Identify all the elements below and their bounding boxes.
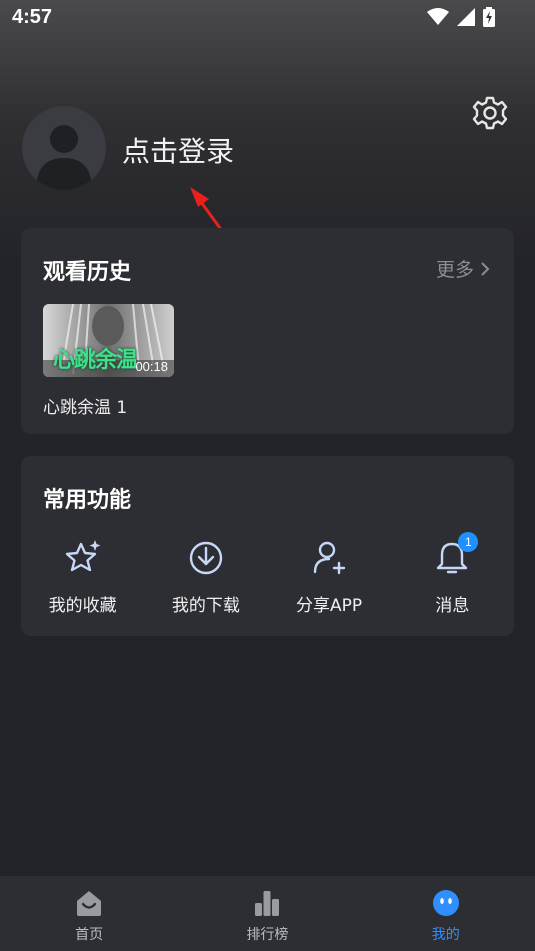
message-count-badge: 1 [458,532,479,552]
nav-label-home: 首页 [75,927,104,943]
video-duration: 00:18 [135,359,168,374]
messages-label: 消息 [435,596,470,616]
thumbnail-title: 心跳余温 [53,348,138,373]
nav-item-ranking[interactable]: 排行榜 [178,876,356,951]
status-time: 4:57 [12,6,53,28]
history-title: 观看历史 [43,260,132,285]
status-bar: 4:57 [0,0,535,36]
share-app-button[interactable]: 分享APP [268,538,391,616]
downloads-label: 我的下载 [171,596,240,616]
wifi-icon [427,8,449,25]
share-user-icon [313,541,346,575]
status-icons [427,7,495,27]
home-icon [77,891,102,916]
download-icon [189,541,223,575]
nav-item-mine[interactable]: 我的 [357,876,535,951]
functions-title: 常用功能 [43,488,132,513]
gear-icon [472,96,508,130]
default-avatar-icon [36,125,92,190]
nav-item-home[interactable]: 首页 [0,876,178,951]
favorites-label: 我的收藏 [48,596,117,616]
downloads-button[interactable]: 我的下载 [144,538,267,616]
functions-card: 常用功能 我的收藏 我的下载 分享APP 1 消息 [21,456,514,636]
profile-face-icon [432,890,459,916]
settings-button[interactable] [472,95,508,131]
functions-grid: 我的收藏 我的下载 分享APP 1 消息 [21,532,514,616]
more-label: 更多 [435,259,474,281]
share-app-label: 分享APP [296,596,363,616]
nav-label-ranking: 排行榜 [246,927,289,943]
history-more-button[interactable]: 更多 [436,255,490,282]
star-icon [65,540,101,572]
battery-icon [483,7,495,27]
favorites-button[interactable]: 我的收藏 [21,538,144,616]
history-card: 观看历史 更多 心跳余温 00:18 心跳余温 1 [21,228,514,434]
messages-button[interactable]: 1 消息 [391,532,514,616]
bottom-nav: 首页 排行榜 我的 [0,876,535,951]
nav-label-mine: 我的 [431,927,460,943]
history-item-caption[interactable]: 心跳余温 1 [43,393,127,418]
avatar[interactable] [22,106,106,190]
chevron-right-icon [481,261,490,276]
signal-icon [457,8,475,26]
ranking-icon [255,891,280,916]
login-link[interactable]: 点击登录 [122,130,234,170]
history-thumbnail[interactable]: 心跳余温 00:18 [43,304,174,377]
